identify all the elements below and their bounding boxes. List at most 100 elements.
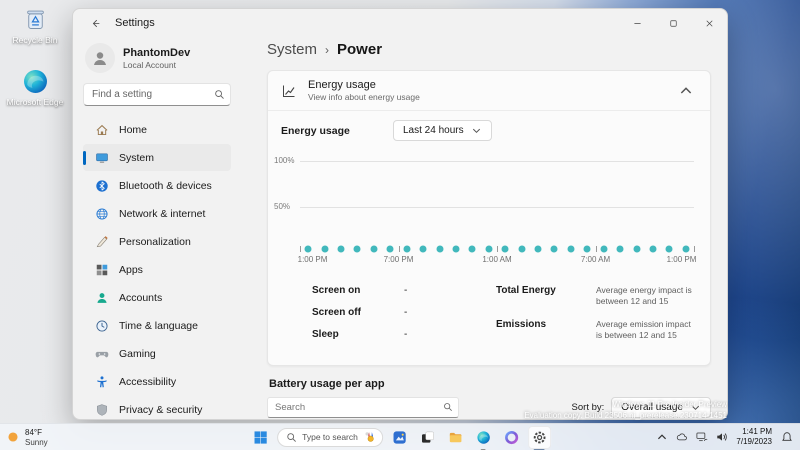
tray-clock[interactable]: 1:41 PM 7/19/2023	[736, 427, 772, 448]
system-icon	[95, 151, 109, 165]
collapse-button[interactable]	[675, 80, 697, 102]
sidebar-item-personalization[interactable]: Personalization	[83, 228, 231, 255]
sidebar-item-bluetooth-devices[interactable]: Bluetooth & devices	[83, 172, 231, 199]
battery-app-search-input[interactable]	[267, 396, 459, 418]
onedrive-button[interactable]	[673, 427, 690, 448]
user-account[interactable]: PhantomDev Local Account	[83, 39, 231, 83]
sidebar-nav: Home System Bluetooth & devices Network & i…	[83, 116, 231, 419]
energy-usage-card-header[interactable]: Energy usage View info about energy usag…	[268, 71, 710, 111]
sidebar-item-label: Network & internet	[119, 207, 206, 220]
accounts-icon	[95, 291, 109, 305]
avatar	[85, 43, 115, 73]
stat-screen-on: Screen on -	[312, 285, 408, 296]
data-point	[600, 245, 608, 253]
sidebar-item-gaming[interactable]: Gaming	[83, 340, 231, 367]
tray-time: 1:41 PM	[742, 426, 772, 436]
pinned-app-icon	[392, 430, 407, 445]
task-view-taskbar-button[interactable]	[416, 426, 439, 449]
system-tray: 1:41 PM 7/19/2023	[653, 424, 795, 450]
account-type: Local Account	[123, 59, 176, 70]
sidebar-item-time-language[interactable]: Time & language	[83, 312, 231, 339]
find-a-setting-input[interactable]	[83, 83, 231, 106]
sidebar-item-label: Accounts	[119, 291, 163, 304]
sidebar-item-label: Privacy & security	[119, 403, 203, 416]
taskbar-search[interactable]: Type to search	[277, 427, 383, 447]
sidebar-item-accounts[interactable]: Accounts	[83, 284, 231, 311]
sidebar-item-system[interactable]: System	[83, 144, 231, 171]
apps-icon	[95, 263, 109, 277]
medal-doodle-icon	[363, 430, 377, 444]
weather-condition: Sunny	[25, 437, 48, 447]
search-icon	[286, 432, 297, 443]
sidebar-item-home[interactable]: Home	[83, 116, 231, 143]
energy-chart: 1:00 PM 7:00 PM 1:00 AM 7:00 AM 1:00 PM 100%…	[274, 149, 696, 273]
card-subtitle: View info about energy usage	[308, 92, 420, 102]
time-range-dropdown[interactable]: Last 24 hours	[393, 120, 492, 141]
bluetooth-icon	[95, 179, 109, 193]
weather-temp: 84°F	[25, 427, 42, 437]
stats-left: Screen on - Screen off - Sleep -	[312, 285, 472, 353]
back-button[interactable]	[83, 13, 107, 33]
settings-window: Settings PhantomDev Local Account Find a…	[72, 8, 728, 420]
chevron-up-icon	[678, 83, 694, 99]
breadcrumb-system[interactable]: System	[267, 41, 317, 58]
edge-desktop-icon	[22, 68, 49, 95]
tray-chevron-up-icon	[656, 431, 668, 443]
sidebar-item-label: Apps	[119, 263, 143, 276]
start-button[interactable]	[249, 426, 272, 449]
data-point	[583, 245, 591, 253]
titlebar[interactable]: Settings	[73, 9, 727, 37]
data-point	[304, 245, 312, 253]
card-title: Energy usage	[308, 79, 376, 91]
desktop-icons: Recycle Bin Microsoft Edge	[6, 6, 64, 108]
notifications-icon	[781, 431, 793, 443]
data-point	[633, 245, 641, 253]
close-button[interactable]	[691, 9, 727, 37]
y-axis-label: 100%	[274, 156, 295, 165]
copilot-taskbar-button[interactable]	[500, 426, 523, 449]
sidebar-item-label: Gaming	[119, 347, 156, 360]
data-point	[649, 245, 657, 253]
sidebar-item-label: Time & language	[119, 319, 198, 332]
maximize-icon	[668, 18, 679, 29]
desktop: Recycle Bin Microsoft Edge Settings Phant…	[0, 0, 800, 450]
settings-taskbar-button[interactable]	[527, 425, 551, 450]
main-content: System › Power Energy usage View info ab…	[241, 37, 727, 419]
home-icon	[95, 123, 109, 137]
settings-icon	[532, 430, 547, 445]
sidebar-item-network-internet[interactable]: Network & internet	[83, 200, 231, 227]
volume-button[interactable]	[713, 427, 730, 448]
data-point	[682, 245, 690, 253]
copilot-icon	[504, 430, 519, 445]
gaming-icon	[95, 347, 109, 361]
energy-usage-label: Energy usage	[281, 124, 350, 137]
sidebar-item-apps[interactable]: Apps	[83, 256, 231, 283]
x-axis-label: 1:00 AM	[482, 255, 512, 264]
notifications-button[interactable]	[778, 427, 795, 448]
x-axis-label: 7:00 AM	[580, 255, 611, 264]
task-view-icon	[420, 430, 435, 445]
sidebar-item-accessibility[interactable]: Accessibility	[83, 368, 231, 395]
desktop-icon-recycle-bin[interactable]: Recycle Bin	[6, 6, 64, 46]
sidebar-item-label: Personalization	[119, 235, 191, 248]
data-point	[518, 245, 526, 253]
file-explorer-taskbar-button[interactable]	[444, 426, 467, 449]
energy-chart-plot: 1:00 PM 7:00 PM 1:00 AM 7:00 AM 1:00 PM	[298, 149, 696, 273]
widgets-weather-button[interactable]: 84°F Sunny	[6, 424, 48, 450]
edge-taskbar-button[interactable]	[472, 426, 495, 450]
minimize-button[interactable]	[619, 9, 655, 37]
page-title: Power	[337, 41, 383, 58]
data-point	[337, 245, 345, 253]
tray-chevron-up-button[interactable]	[653, 427, 670, 448]
tray-date: 7/19/2023	[736, 437, 772, 446]
user-name: PhantomDev	[123, 46, 191, 59]
pinned-app-taskbar-button[interactable]	[388, 426, 411, 449]
data-point	[321, 245, 329, 253]
sidebar-item-privacy-security[interactable]: Privacy & security	[83, 396, 231, 419]
maximize-button[interactable]	[655, 9, 691, 37]
taskbar-search-placeholder: Type to search	[302, 432, 358, 442]
data-point	[419, 245, 427, 253]
network-tray-button[interactable]	[693, 427, 710, 448]
stat-sleep: Sleep -	[312, 329, 408, 340]
desktop-icon-microsoft-edge[interactable]: Microsoft Edge	[6, 68, 64, 108]
